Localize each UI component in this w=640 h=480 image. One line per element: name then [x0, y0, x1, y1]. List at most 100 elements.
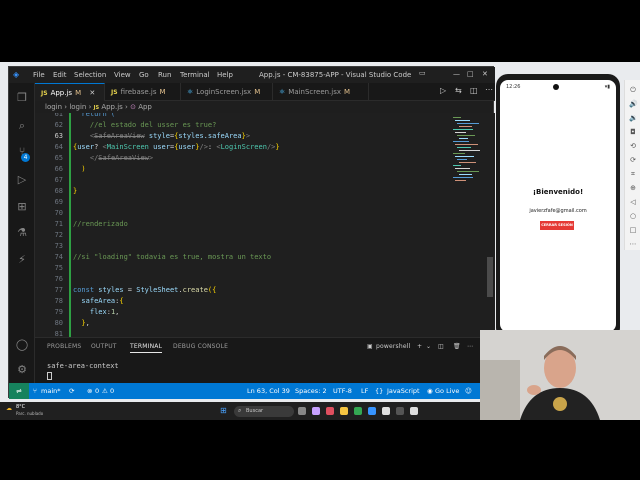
rotate-right-icon[interactable]: ⟳ — [629, 156, 637, 164]
code-line[interactable]: 71 //renderizado — [35, 219, 465, 230]
file-explorer-icon[interactable] — [340, 407, 348, 415]
split-terminal-icon[interactable]: ◫ — [438, 343, 444, 350]
encoding[interactable]: UTF-8 — [333, 383, 352, 399]
code-line[interactable]: 81 — [35, 329, 465, 337]
screenshot-icon[interactable]: ⌗ — [629, 170, 637, 178]
chevron-down-icon[interactable]: ⌄ — [426, 343, 431, 350]
code-line[interactable]: 68} — [35, 186, 465, 197]
code-line[interactable]: 61 return ( — [35, 113, 465, 120]
tab-loginscreen-jsx[interactable]: ⚛ LoginScreen.jsx M — [181, 83, 273, 101]
more-icon[interactable]: ⋯ — [629, 240, 637, 248]
code-line[interactable]: 62 //el estado del usser es true? — [35, 120, 465, 131]
power-icon[interactable]: ⏻ — [629, 86, 637, 94]
code-line[interactable]: 74 //si "loading" todavia es true, mostra… — [35, 252, 465, 263]
code-line[interactable]: 64 {user? <MainScreen user={user}/>: <Log… — [35, 142, 465, 153]
sync-icon[interactable]: ⟳ — [69, 383, 74, 399]
code-line[interactable]: 77 const styles = StyleSheet.create({ — [35, 285, 465, 296]
code-line[interactable]: 66 ) — [35, 164, 465, 175]
run-icon[interactable]: ▷ — [440, 86, 446, 95]
app-icon[interactable] — [312, 407, 320, 415]
menu-view[interactable]: View — [114, 71, 131, 79]
breadcrumb-item[interactable]: login — [69, 103, 86, 111]
go-live-button[interactable]: Go Live — [435, 383, 459, 399]
more-actions-icon[interactable]: ⋯ — [485, 85, 493, 94]
remote-icon[interactable]: ⚡ — [15, 253, 29, 267]
menu-run[interactable]: Run — [158, 71, 171, 79]
new-terminal-icon[interactable]: + — [417, 343, 422, 350]
code-line[interactable]: 79 flex:1, — [35, 307, 465, 318]
search-box[interactable]: ⌕ Buscar — [234, 406, 294, 417]
editor-scrollbar[interactable] — [487, 257, 493, 297]
panel-tab-terminal[interactable]: TERMINAL — [130, 343, 163, 353]
tab-firebase-js[interactable]: JS firebase.js M — [105, 83, 181, 101]
code-line[interactable]: 76 — [35, 274, 465, 285]
rotate-icon[interactable]: ⟲ — [629, 142, 637, 150]
volume-down-icon[interactable]: 🔉 — [629, 114, 638, 122]
code-line[interactable]: 72 — [35, 230, 465, 241]
line-ending[interactable]: LF — [361, 383, 368, 399]
breadcrumb-item[interactable]: App.js — [101, 103, 123, 111]
code-editor[interactable]: 61 return (62 //el estado del usser es t… — [35, 113, 495, 337]
zoom-icon[interactable]: ⊕ — [629, 184, 637, 192]
account-icon[interactable]: ◯ — [15, 338, 29, 352]
windows-start-icon[interactable]: ⊞ — [220, 406, 227, 415]
menu-help[interactable]: Help — [217, 71, 233, 79]
trash-icon[interactable]: 🗑 — [453, 343, 461, 350]
menu-go[interactable]: Go — [139, 71, 149, 79]
testing-icon[interactable]: ⚗ — [15, 226, 29, 240]
compare-icon[interactable]: ⇆ — [455, 86, 462, 95]
cursor-position[interactable]: Ln 63, Col 39 — [247, 383, 290, 399]
close-tab-icon[interactable]: ✕ — [89, 89, 95, 97]
menu-edit[interactable]: Edit — [53, 71, 67, 79]
code-line[interactable]: 69 — [35, 197, 465, 208]
tab-mainscreen-jsx[interactable]: ⚛ MainScreen.jsx M — [273, 83, 369, 101]
code-line[interactable]: 63 <SafeAreaView style={styles.safeArea}… — [35, 131, 465, 142]
search-icon[interactable]: ⌕ — [15, 119, 29, 133]
overview-icon[interactable]: □ — [629, 226, 637, 234]
menu-terminal[interactable]: Terminal — [180, 71, 210, 79]
app-icon[interactable] — [382, 407, 390, 415]
layout-icon[interactable]: ▭ — [419, 69, 426, 77]
maximize-icon[interactable]: □ — [467, 70, 474, 78]
home-icon[interactable]: ○ — [629, 212, 637, 220]
code-line[interactable]: 80 }, — [35, 318, 465, 329]
camera-icon[interactable]: ◘ — [629, 128, 637, 136]
volume-up-icon[interactable]: 🔊 — [629, 100, 638, 108]
panel-tab-debug-console[interactable]: DEBUG CONSOLE — [173, 343, 228, 350]
menu-file[interactable]: File — [33, 71, 45, 79]
app-icon[interactable] — [326, 407, 334, 415]
error-count[interactable]: 0 — [95, 383, 99, 399]
tab-app-js[interactable]: JS App.js M ✕ — [35, 83, 105, 101]
code-line[interactable]: 67 — [35, 175, 465, 186]
manage-gear-icon[interactable]: ⚙ — [15, 363, 29, 377]
code-line[interactable]: 65 </SafeAreaView> — [35, 153, 465, 164]
panel-tab-problems[interactable]: PROBLEMS — [47, 343, 81, 350]
explorer-icon[interactable]: ❐ — [15, 91, 29, 105]
minimize-icon[interactable]: — — [453, 70, 460, 78]
close-icon[interactable]: ✕ — [482, 70, 488, 78]
extensions-icon[interactable]: ⊞ — [15, 200, 29, 214]
code-line[interactable]: 75 — [35, 263, 465, 274]
accounts-icon[interactable]: ☺ — [465, 383, 472, 399]
remote-indicator-icon[interactable]: ⇌ — [9, 383, 29, 399]
more-actions-icon[interactable]: ⋯ — [467, 343, 473, 350]
vscode-taskbar-icon[interactable] — [368, 407, 376, 415]
task-view-icon[interactable] — [298, 407, 306, 415]
warning-count[interactable]: 0 — [110, 383, 114, 399]
panel-tab-output[interactable]: OUTPUT — [91, 343, 117, 350]
breadcrumb-item[interactable]: App — [138, 103, 152, 111]
indentation[interactable]: Spaces: 2 — [295, 383, 327, 399]
language-mode[interactable]: JavaScript — [387, 383, 420, 399]
minimap[interactable] — [453, 117, 480, 187]
breadcrumb-item[interactable]: login — [45, 103, 62, 111]
code-line[interactable]: 78 safeArea:{ — [35, 296, 465, 307]
chrome-icon[interactable] — [354, 407, 362, 415]
run-debug-icon[interactable]: ▷ — [15, 173, 29, 187]
code-line[interactable]: 70 — [35, 208, 465, 219]
app-icon[interactable] — [396, 407, 404, 415]
back-icon[interactable]: ◁ — [629, 198, 637, 206]
weather-temp[interactable]: 8°C — [16, 404, 25, 410]
branch-name[interactable]: main* — [41, 383, 61, 399]
code-line[interactable]: 73 — [35, 241, 465, 252]
menu-selection[interactable]: Selection — [74, 71, 106, 79]
